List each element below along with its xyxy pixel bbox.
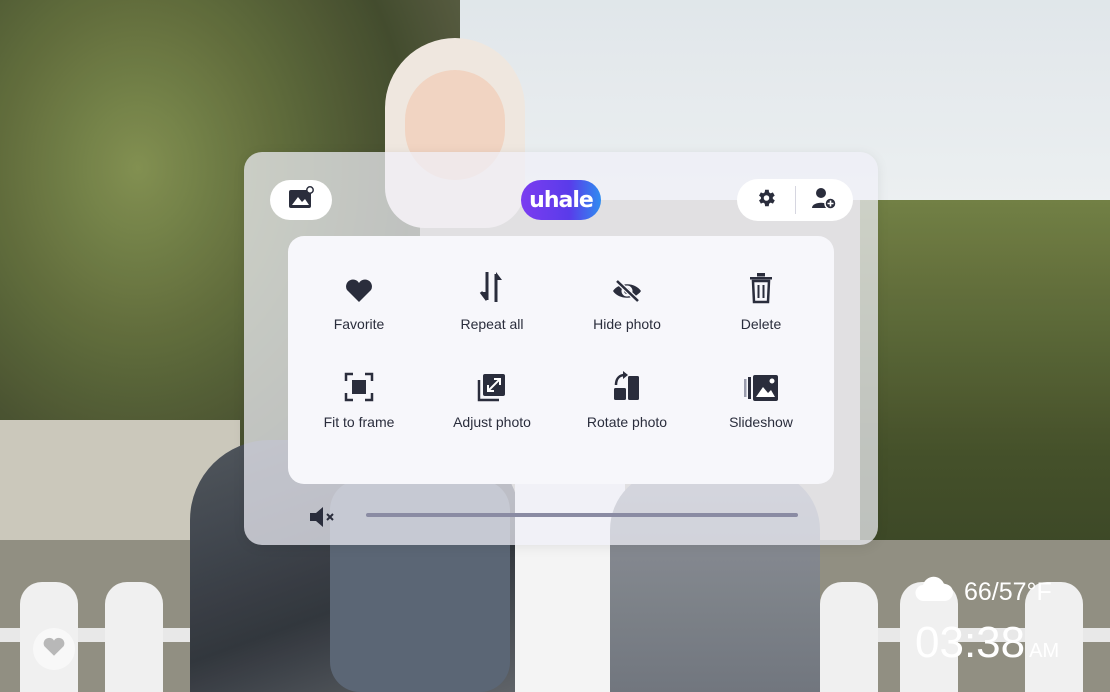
menu-item-label: Rotate photo [586, 414, 668, 430]
menu-item-label: Adjust photo [453, 414, 531, 430]
adjust-icon [477, 366, 507, 402]
hide-icon [611, 268, 643, 304]
settings-button[interactable] [738, 179, 795, 221]
mute-button[interactable] [308, 504, 338, 530]
temperature: 66/57°F [964, 578, 1052, 606]
weather-widget: 66/57°F [914, 576, 1052, 609]
volume-slider[interactable] [366, 513, 798, 517]
menu-item-repeat-all[interactable]: Repeat all [425, 268, 559, 348]
menu-item-label: Slideshow [729, 414, 793, 430]
uhale-logo: uhale [521, 180, 601, 220]
slideshow-icon [743, 366, 779, 402]
menu-item-label: Hide photo [593, 316, 661, 332]
clock: 03:38 AM [915, 618, 1059, 668]
menu-item-label: Delete [740, 316, 782, 332]
top-right-actions [737, 179, 853, 221]
repeat-all-icon [479, 268, 505, 304]
photo-options-panel: uhale Favorite Repeat all Hide photo Del… [244, 152, 878, 545]
menu-item-rotate-photo[interactable]: Rotate photo [560, 366, 694, 446]
trash-icon [748, 268, 774, 304]
menu-item-favorite[interactable]: Favorite [292, 268, 426, 348]
rotate-icon [612, 366, 642, 402]
menu-item-hide-photo[interactable]: Hide photo [560, 268, 694, 348]
add-user-icon [811, 186, 837, 215]
photo-library-button[interactable] [270, 180, 332, 220]
image-icon [288, 185, 314, 215]
menu-item-adjust-photo[interactable]: Adjust photo [425, 366, 559, 446]
menu-item-slideshow[interactable]: Slideshow [694, 366, 828, 446]
menu-item-label: Favorite [333, 316, 385, 332]
menu-item-delete[interactable]: Delete [694, 268, 828, 348]
heart-icon [344, 268, 374, 304]
clock-ampm: AM [1029, 640, 1060, 662]
add-user-button[interactable] [796, 179, 853, 221]
logo-text: uhale [529, 187, 594, 213]
clock-time: 03:38 [915, 618, 1026, 667]
photo-actions-menu: Favorite Repeat all Hide photo Delete Fi… [288, 236, 834, 484]
heart-icon [42, 636, 66, 663]
fit-frame-icon [344, 366, 374, 402]
speaker-muted-icon [308, 507, 338, 534]
menu-item-label: Fit to frame [323, 414, 395, 430]
favorite-button[interactable] [33, 628, 75, 670]
menu-item-label: Repeat all [460, 316, 524, 332]
cloud-icon [914, 576, 964, 609]
gear-icon [755, 187, 777, 214]
menu-item-fit-to-frame[interactable]: Fit to frame [292, 366, 426, 446]
